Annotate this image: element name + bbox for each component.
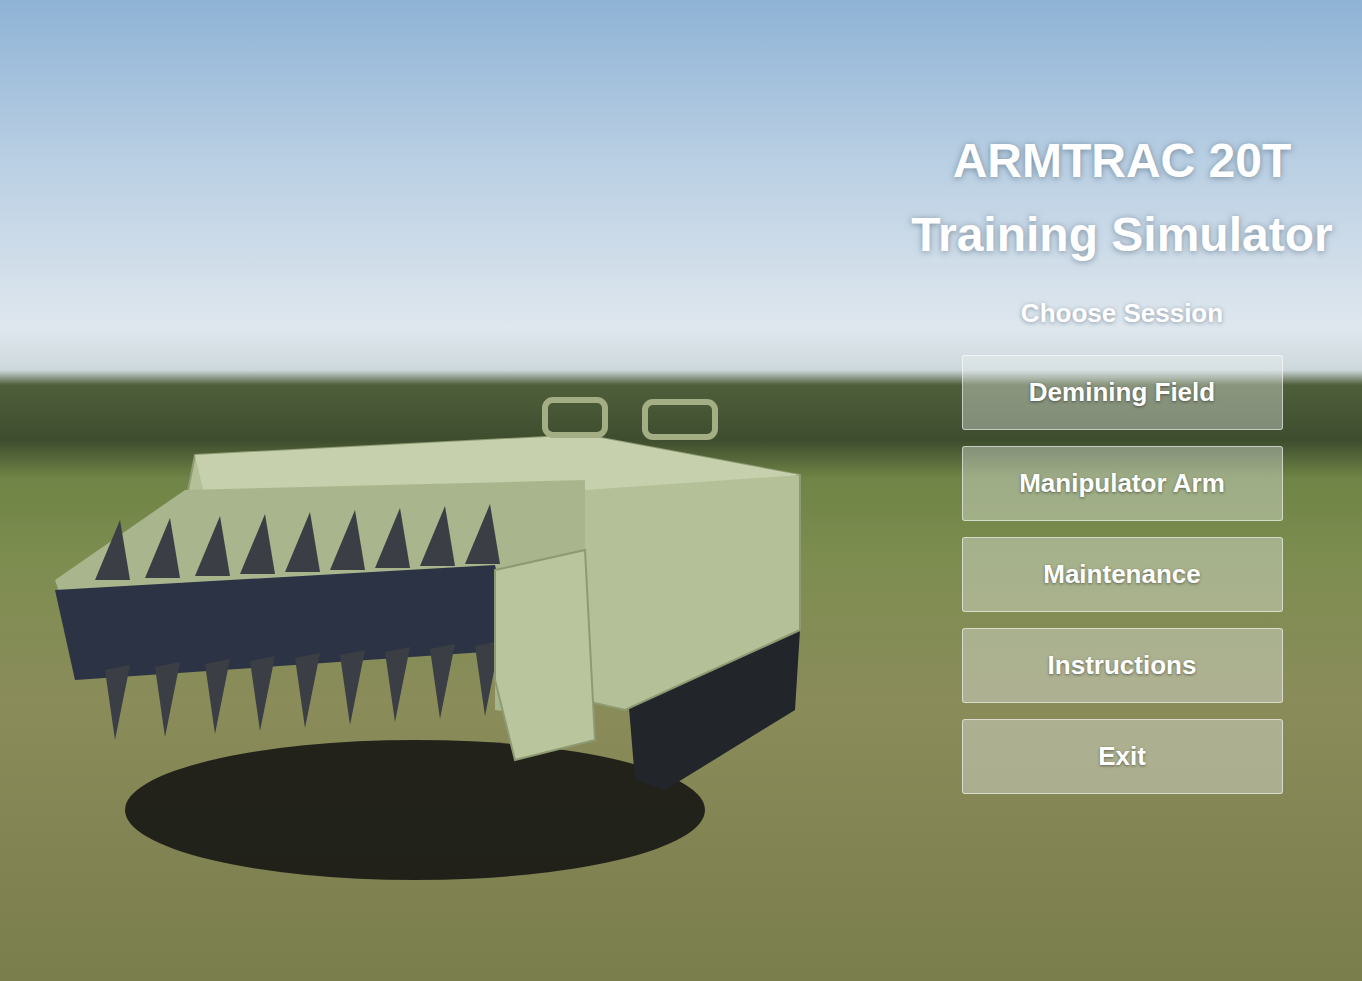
menu-heading: Choose Session	[1021, 298, 1223, 329]
menu-button[interactable]: Exit	[962, 719, 1283, 794]
menu-button[interactable]: Maintenance	[962, 537, 1283, 612]
menu-button-list: Demining Field Manipulator Arm Maintenance…	[962, 355, 1283, 794]
menu-button[interactable]: Manipulator Arm	[962, 446, 1283, 521]
title-line: ARMTRAC 20T	[953, 124, 1292, 198]
scene	[0, 0, 902, 981]
title-line: Training Simulator	[911, 198, 1332, 272]
shadow-icon	[125, 740, 705, 880]
side-plate-icon	[495, 550, 595, 760]
menu-button[interactable]: Demining Field	[962, 355, 1283, 430]
demining-vehicle-icon	[25, 380, 825, 900]
main-menu-screen: ARMTRAC 20TTraining Simulator Choose Sess…	[0, 0, 1362, 981]
menu-button[interactable]: Instructions	[962, 628, 1283, 703]
menu-panel: ARMTRAC 20TTraining Simulator Choose Sess…	[902, 0, 1362, 981]
